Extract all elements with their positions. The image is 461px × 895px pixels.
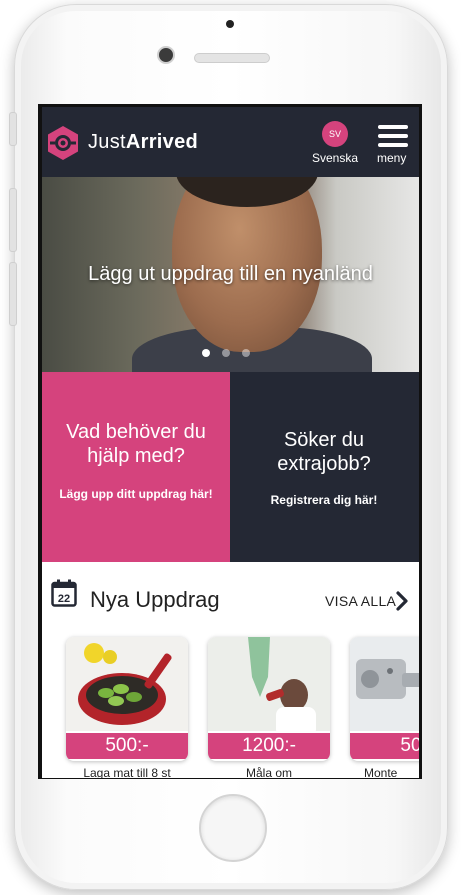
brand-bold: Arrived (125, 131, 199, 153)
post-job-title: Vad behöver du hjälp med? (66, 421, 206, 467)
hero-text: Lägg ut uppdrag till en nyanländ (88, 263, 373, 285)
app-header: JustArrived SV Svenska meny (42, 107, 419, 177)
section-title: Nya Uppdrag (90, 587, 220, 612)
hinges-image (350, 637, 419, 731)
job-title: Monte (364, 766, 398, 778)
post-job-cta[interactable]: Vad behöver du hjälp med? Lägg upp ditt … (42, 372, 230, 562)
job-price: 1200:- (208, 733, 330, 759)
visa-alla-link[interactable]: VISA ALLA (325, 593, 396, 609)
job-title: Laga mat till 8 st (83, 766, 171, 778)
brand-light: Just (88, 131, 126, 153)
painting-wall-image (208, 637, 330, 731)
earpiece-speaker (194, 53, 270, 63)
carousel-dot-3[interactable] (242, 349, 250, 357)
carousel-dot-2[interactable] (222, 349, 230, 357)
carousel-dot-1[interactable] (202, 349, 210, 357)
find-job-cta[interactable]: Söker du extrajobb? Registrera dig här! (230, 372, 419, 562)
app-viewport: JustArrived SV Svenska meny Lägg ut uppd… (42, 107, 419, 778)
language-label[interactable]: Svenska (312, 151, 358, 165)
proximity-sensor (226, 20, 234, 28)
register-link[interactable]: Registrera dig här! (238, 492, 410, 508)
justarrived-hexagon-icon[interactable] (46, 125, 80, 161)
calendar-icon: 22 (51, 579, 77, 607)
volume-down-button (9, 262, 17, 326)
job-card[interactable]: 50 (350, 637, 419, 761)
post-job-link[interactable]: Lägg upp ditt uppdrag här! (50, 486, 222, 502)
volume-up-button (9, 188, 17, 252)
job-price: 500:- (66, 733, 188, 759)
front-camera (157, 46, 175, 64)
chevron-right-icon[interactable] (395, 591, 409, 611)
language-badge[interactable]: SV (322, 121, 348, 147)
phone-screen: JustArrived SV Svenska meny Lägg ut uppd… (38, 104, 422, 779)
mute-switch (9, 112, 17, 146)
job-price: 50 (350, 733, 419, 759)
brand-name[interactable]: JustArrived (88, 131, 198, 154)
job-title: Måla om (245, 766, 292, 778)
find-job-title: Söker du extrajobb? (277, 429, 371, 475)
new-jobs-section: 22 Nya Uppdrag VISA ALLA 500:- 1200:- 50… (42, 562, 419, 778)
job-card[interactable]: 500:- (66, 637, 188, 761)
menu-label[interactable]: meny (377, 151, 406, 165)
calendar-day: 22 (58, 593, 70, 605)
hero-carousel[interactable]: Lägg ut uppdrag till en nyanländ (42, 177, 419, 372)
hamburger-icon[interactable] (378, 125, 408, 147)
job-card[interactable]: 1200:- (208, 637, 330, 761)
home-button[interactable] (199, 794, 267, 862)
pan-with-limes-image (66, 637, 188, 731)
